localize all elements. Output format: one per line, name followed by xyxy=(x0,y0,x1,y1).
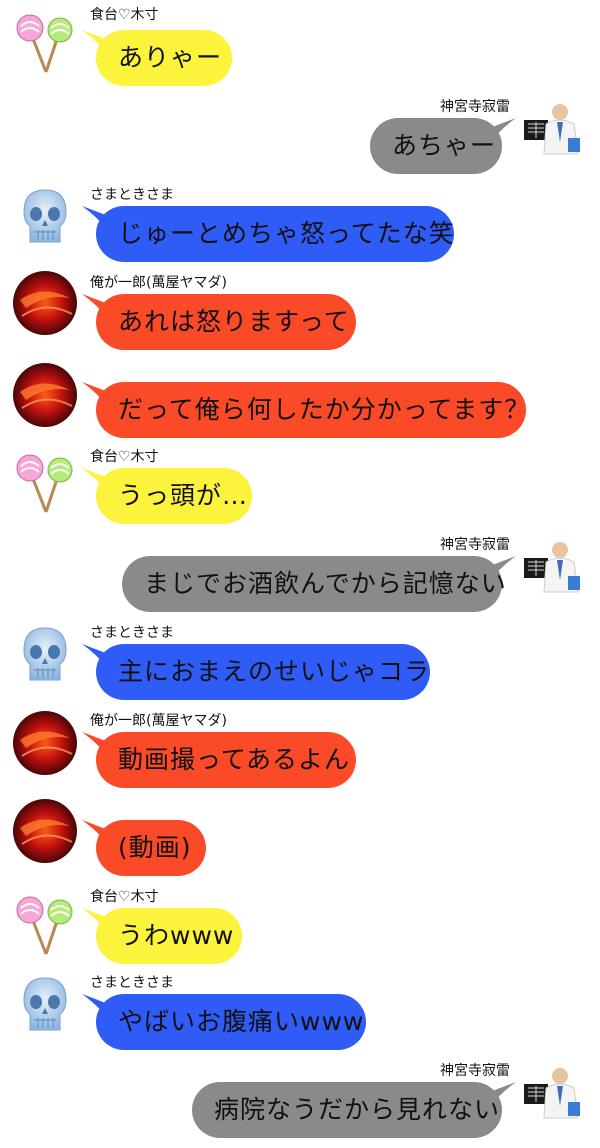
blue-skull-icon[interactable] xyxy=(12,622,78,688)
red-abstract-icon[interactable] xyxy=(12,798,78,864)
lollipops-icon[interactable] xyxy=(12,892,78,958)
bubble-tail xyxy=(490,118,516,142)
sender-name: 食台♡木寸 xyxy=(90,889,159,905)
message-bubble[interactable]: うわwww xyxy=(96,908,242,964)
message-bubble[interactable]: あれは怒りますって xyxy=(96,294,356,350)
sender-name: さまときさま xyxy=(90,625,174,641)
message-bubble[interactable]: うっ頭が… xyxy=(96,468,252,524)
sender-name: 神宮寺寂雷 xyxy=(440,99,510,115)
bubble-tail xyxy=(490,1082,516,1106)
message-bubble[interactable]: 病院なうだから見れない xyxy=(192,1082,502,1138)
sender-name: さまときさま xyxy=(90,187,174,203)
sender-name: 食台♡木寸 xyxy=(90,449,159,465)
doctor-xray-icon[interactable] xyxy=(522,1062,588,1128)
lollipops-icon[interactable] xyxy=(12,10,78,76)
sender-name: 神宮寺寂雷 xyxy=(440,537,510,553)
bubble-tail xyxy=(490,556,516,580)
red-abstract-icon[interactable] xyxy=(12,710,78,776)
message-bubble[interactable]: 主におまえのせいじゃコラ xyxy=(96,644,430,700)
lollipops-icon[interactable] xyxy=(12,450,78,516)
blue-skull-icon[interactable] xyxy=(12,184,78,250)
message-bubble[interactable]: やばいお腹痛いwww xyxy=(96,994,366,1050)
message-bubble[interactable]: まじでお酒飲んでから記憶ない xyxy=(122,556,506,612)
sender-name: さまときさま xyxy=(90,975,174,991)
sender-name: 俺が一郎(萬屋ヤマダ) xyxy=(90,275,227,291)
message-bubble[interactable]: 動画撮ってあるよん xyxy=(96,732,356,788)
message-bubble[interactable]: ありゃー xyxy=(96,30,232,86)
doctor-xray-icon[interactable] xyxy=(522,536,588,602)
message-bubble[interactable]: (動画) xyxy=(96,820,206,876)
message-bubble[interactable]: だって俺ら何したか分かってます？ xyxy=(96,382,529,438)
doctor-xray-icon[interactable] xyxy=(522,98,588,164)
sender-name: 食台♡木寸 xyxy=(90,7,159,23)
sender-name: 神宮寺寂雷 xyxy=(440,1063,510,1079)
sender-name: 俺が一郎(萬屋ヤマダ) xyxy=(90,713,227,729)
red-abstract-icon[interactable] xyxy=(12,270,78,336)
red-abstract-icon[interactable] xyxy=(12,362,78,428)
message-bubble[interactable]: あちゃー xyxy=(370,118,502,174)
message-bubble[interactable]: じゅーとめちゃ怒ってたな笑 xyxy=(96,206,454,262)
blue-skull-icon[interactable] xyxy=(12,972,78,1038)
